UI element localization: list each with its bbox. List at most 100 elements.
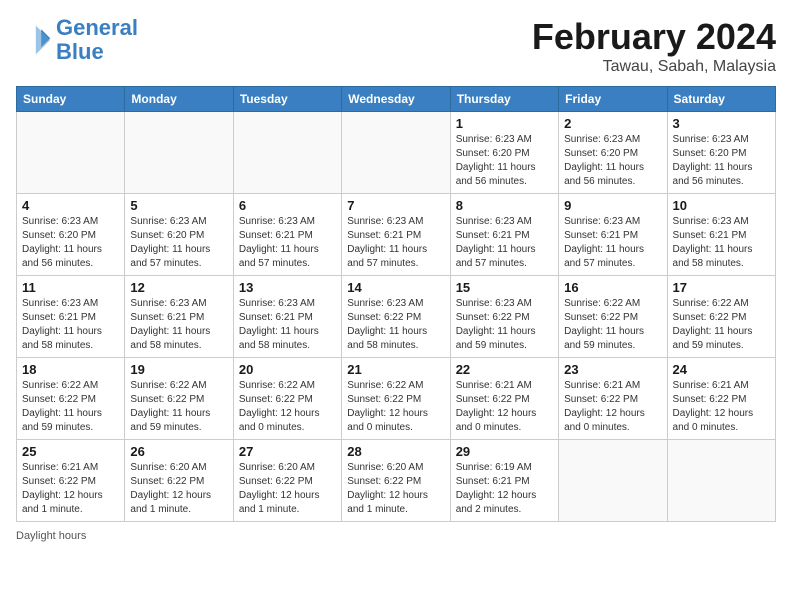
- day-number: 2: [564, 116, 661, 131]
- header-cell-thursday: Thursday: [450, 87, 558, 112]
- day-cell: 9Sunrise: 6:23 AM Sunset: 6:21 PM Daylig…: [559, 194, 667, 276]
- day-cell: 17Sunrise: 6:22 AM Sunset: 6:22 PM Dayli…: [667, 276, 775, 358]
- day-info: Sunrise: 6:23 AM Sunset: 6:22 PM Dayligh…: [456, 297, 553, 353]
- day-cell: 29Sunrise: 6:19 AM Sunset: 6:21 PM Dayli…: [450, 440, 558, 522]
- day-number: 10: [673, 198, 770, 213]
- day-number: 13: [239, 280, 336, 295]
- day-cell: 7 Sunrise: 6:23 AM Sunset: 6:21 PM Daylig…: [342, 194, 450, 276]
- day-cell: 20Sunrise: 6:22 AM Sunset: 6:22 PM Dayli…: [233, 358, 341, 440]
- day-cell: [17, 112, 125, 194]
- day-info: Sunrise: 6:23 AM Sunset: 6:21 PM Dayligh…: [456, 215, 553, 271]
- day-info: Sunrise: 6:23 AM Sunset: 6:20 PM Dayligh…: [456, 133, 553, 189]
- day-number: 4: [22, 198, 119, 213]
- day-number: 21: [347, 362, 444, 377]
- day-number: 19: [130, 362, 227, 377]
- title-block: February 2024 Tawau, Sabah, Malaysia: [532, 16, 776, 76]
- day-number: 9: [564, 198, 661, 213]
- day-cell: 16 Sunrise: 6:22 AM Sunset: 6:22 PM Dayli…: [559, 276, 667, 358]
- day-cell: 3 Sunrise: 6:23 AM Sunset: 6:20 PM Daylig…: [667, 112, 775, 194]
- day-info: Sunrise: 6:19 AM Sunset: 6:21 PM Dayligh…: [456, 461, 553, 517]
- day-info: Sunrise: 6:22 AM Sunset: 6:22 PM Dayligh…: [347, 379, 444, 435]
- day-number: 7: [347, 198, 444, 213]
- day-number: 5: [130, 198, 227, 213]
- location: Tawau, Sabah, Malaysia: [532, 58, 776, 76]
- day-info: Sunrise: 6:23 AM Sunset: 6:20 PM Dayligh…: [22, 215, 119, 271]
- day-cell: 10 Sunrise: 6:23 AM Sunset: 6:21 PM Dayli…: [667, 194, 775, 276]
- day-cell: 25Sunrise: 6:21 AM Sunset: 6:22 PM Dayli…: [17, 440, 125, 522]
- header-cell-friday: Friday: [559, 87, 667, 112]
- day-number: 11: [22, 280, 119, 295]
- week-row-2: 4 Sunrise: 6:23 AM Sunset: 6:20 PM Daylig…: [17, 194, 776, 276]
- day-cell: 1 Sunrise: 6:23 AM Sunset: 6:20 PM Daylig…: [450, 112, 558, 194]
- day-info: Sunrise: 6:22 AM Sunset: 6:22 PM Dayligh…: [564, 297, 661, 353]
- week-row-1: 1 Sunrise: 6:23 AM Sunset: 6:20 PM Daylig…: [17, 112, 776, 194]
- calendar-table: SundayMondayTuesdayWednesdayThursdayFrid…: [16, 86, 776, 522]
- day-info: Sunrise: 6:22 AM Sunset: 6:22 PM Dayligh…: [130, 379, 227, 435]
- day-cell: 8 Sunrise: 6:23 AM Sunset: 6:21 PM Daylig…: [450, 194, 558, 276]
- day-cell: 4 Sunrise: 6:23 AM Sunset: 6:20 PM Daylig…: [17, 194, 125, 276]
- day-cell: 23 Sunrise: 6:21 AM Sunset: 6:22 PM Dayli…: [559, 358, 667, 440]
- day-number: 23: [564, 362, 661, 377]
- day-number: 12: [130, 280, 227, 295]
- day-cell: 15Sunrise: 6:23 AM Sunset: 6:22 PM Dayli…: [450, 276, 558, 358]
- logo: General Blue: [16, 16, 138, 64]
- daylight-label: Daylight hours: [16, 530, 86, 542]
- day-info: Sunrise: 6:22 AM Sunset: 6:22 PM Dayligh…: [22, 379, 119, 435]
- day-info: Sunrise: 6:23 AM Sunset: 6:21 PM Dayligh…: [347, 215, 444, 271]
- day-number: 25: [22, 444, 119, 459]
- day-number: 1: [456, 116, 553, 131]
- day-number: 3: [673, 116, 770, 131]
- day-info: Sunrise: 6:21 AM Sunset: 6:22 PM Dayligh…: [673, 379, 770, 435]
- day-info: Sunrise: 6:23 AM Sunset: 6:21 PM Dayligh…: [130, 297, 227, 353]
- day-info: Sunrise: 6:23 AM Sunset: 6:20 PM Dayligh…: [673, 133, 770, 189]
- day-info: Sunrise: 6:23 AM Sunset: 6:22 PM Dayligh…: [347, 297, 444, 353]
- header-row: SundayMondayTuesdayWednesdayThursdayFrid…: [17, 87, 776, 112]
- day-number: 22: [456, 362, 553, 377]
- calendar-body: 1 Sunrise: 6:23 AM Sunset: 6:20 PM Daylig…: [17, 112, 776, 522]
- logo-icon: [16, 22, 52, 58]
- day-cell: 18 Sunrise: 6:22 AM Sunset: 6:22 PM Dayli…: [17, 358, 125, 440]
- day-cell: 22 Sunrise: 6:21 AM Sunset: 6:22 PM Dayli…: [450, 358, 558, 440]
- day-number: 28: [347, 444, 444, 459]
- day-info: Sunrise: 6:23 AM Sunset: 6:21 PM Dayligh…: [22, 297, 119, 353]
- day-number: 8: [456, 198, 553, 213]
- day-info: Sunrise: 6:23 AM Sunset: 6:21 PM Dayligh…: [239, 297, 336, 353]
- day-number: 16: [564, 280, 661, 295]
- day-cell: 27 Sunrise: 6:20 AM Sunset: 6:22 PM Dayli…: [233, 440, 341, 522]
- calendar-header: SundayMondayTuesdayWednesdayThursdayFrid…: [17, 87, 776, 112]
- week-row-5: 25Sunrise: 6:21 AM Sunset: 6:22 PM Dayli…: [17, 440, 776, 522]
- logo-text: General Blue: [56, 16, 138, 64]
- day-info: Sunrise: 6:20 AM Sunset: 6:22 PM Dayligh…: [239, 461, 336, 517]
- day-cell: 11 Sunrise: 6:23 AM Sunset: 6:21 PM Dayli…: [17, 276, 125, 358]
- day-cell: 19 Sunrise: 6:22 AM Sunset: 6:22 PM Dayli…: [125, 358, 233, 440]
- header-cell-saturday: Saturday: [667, 87, 775, 112]
- day-cell: 28 Sunrise: 6:20 AM Sunset: 6:22 PM Dayli…: [342, 440, 450, 522]
- day-info: Sunrise: 6:23 AM Sunset: 6:21 PM Dayligh…: [673, 215, 770, 271]
- day-number: 18: [22, 362, 119, 377]
- day-cell: 14Sunrise: 6:23 AM Sunset: 6:22 PM Dayli…: [342, 276, 450, 358]
- day-cell: 12 Sunrise: 6:23 AM Sunset: 6:21 PM Dayli…: [125, 276, 233, 358]
- day-info: Sunrise: 6:23 AM Sunset: 6:20 PM Dayligh…: [130, 215, 227, 271]
- day-number: 27: [239, 444, 336, 459]
- day-cell: [233, 112, 341, 194]
- day-number: 6: [239, 198, 336, 213]
- day-info: Sunrise: 6:21 AM Sunset: 6:22 PM Dayligh…: [564, 379, 661, 435]
- day-number: 20: [239, 362, 336, 377]
- day-cell: [342, 112, 450, 194]
- day-cell: [667, 440, 775, 522]
- day-info: Sunrise: 6:20 AM Sunset: 6:22 PM Dayligh…: [347, 461, 444, 517]
- header-cell-sunday: Sunday: [17, 87, 125, 112]
- month-title: February 2024: [532, 16, 776, 58]
- day-cell: 26Sunrise: 6:20 AM Sunset: 6:22 PM Dayli…: [125, 440, 233, 522]
- day-number: 26: [130, 444, 227, 459]
- logo-line1: General: [56, 15, 138, 40]
- day-number: 24: [673, 362, 770, 377]
- day-cell: 5 Sunrise: 6:23 AM Sunset: 6:20 PM Daylig…: [125, 194, 233, 276]
- footer: Daylight hours: [16, 530, 776, 542]
- day-info: Sunrise: 6:21 AM Sunset: 6:22 PM Dayligh…: [456, 379, 553, 435]
- header-cell-tuesday: Tuesday: [233, 87, 341, 112]
- day-info: Sunrise: 6:23 AM Sunset: 6:21 PM Dayligh…: [239, 215, 336, 271]
- week-row-4: 18 Sunrise: 6:22 AM Sunset: 6:22 PM Dayli…: [17, 358, 776, 440]
- day-cell: [125, 112, 233, 194]
- logo-line2: Blue: [56, 39, 104, 64]
